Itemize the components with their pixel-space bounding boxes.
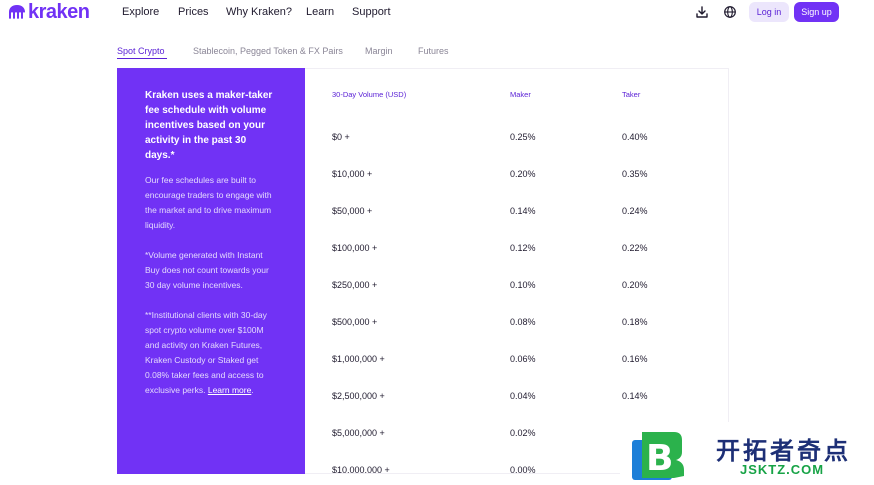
tab-futures[interactable]: Futures: [418, 46, 449, 56]
volume-cell: $1,000,000 +: [332, 354, 385, 364]
volume-cell: $0 +: [332, 132, 350, 142]
kraken-logo[interactable]: kraken: [8, 2, 90, 22]
nav-learn[interactable]: Learn: [306, 6, 334, 18]
volume-cell: $2,500,000 +: [332, 391, 385, 401]
maker-cell: 0.12%: [510, 243, 536, 253]
watermark-subtext: JSKTZ.COM: [740, 462, 825, 477]
volume-cell: $5,000,000 +: [332, 428, 385, 438]
panel-paragraph-2: *Volume generated with Instant Buy does …: [145, 250, 269, 290]
column-header-maker: Maker: [510, 90, 531, 99]
svg-text:B: B: [646, 438, 673, 479]
maker-cell: 0.00%: [510, 465, 536, 474]
taker-cell: 0.18%: [622, 317, 648, 327]
taker-cell: 0.14%: [622, 391, 648, 401]
logo-text: kraken: [28, 1, 90, 23]
kraken-logo-icon: [9, 5, 25, 19]
table-row: $1,000,000 + 0.06% 0.16%: [305, 354, 728, 374]
taker-cell: 0.22%: [622, 243, 648, 253]
maker-cell: 0.02%: [510, 428, 536, 438]
fee-table: 30-Day Volume (USD) Maker Taker $0 + 0.2…: [305, 68, 729, 474]
table-row: $50,000 + 0.14% 0.24%: [305, 206, 728, 226]
nav-explore[interactable]: Explore: [122, 6, 159, 18]
table-row: $2,500,000 + 0.04% 0.14%: [305, 391, 728, 411]
taker-cell: 0.20%: [622, 280, 648, 290]
volume-cell: $50,000 +: [332, 206, 373, 216]
volume-cell: $250,000 +: [332, 280, 378, 290]
table-row: $500,000 + 0.08% 0.18%: [305, 317, 728, 337]
learn-more-suffix: .: [251, 385, 254, 395]
watermark-text: 开拓者奇点: [716, 437, 851, 465]
top-nav-bar: kraken Explore Prices Why Kraken? Learn …: [0, 0, 874, 26]
maker-cell: 0.06%: [510, 354, 536, 364]
column-header-volume: 30-Day Volume (USD): [332, 90, 407, 99]
maker-cell: 0.10%: [510, 280, 536, 290]
signup-button[interactable]: Sign up: [794, 2, 839, 22]
maker-cell: 0.14%: [510, 206, 536, 216]
maker-cell: 0.20%: [510, 169, 536, 179]
globe-icon[interactable]: [723, 5, 737, 19]
taker-cell: 0.24%: [622, 206, 648, 216]
tab-margin[interactable]: Margin: [365, 46, 393, 56]
fee-info-panel: Kraken uses a maker-taker fee schedule w…: [117, 68, 305, 474]
table-row: $10,000 + 0.20% 0.35%: [305, 169, 728, 189]
table-row: $0 + 0.25% 0.40%: [305, 132, 728, 152]
volume-cell: $500,000 +: [332, 317, 378, 327]
taker-cell: 0.40%: [622, 132, 648, 142]
active-tab-underline: [117, 58, 167, 59]
nav-prices[interactable]: Prices: [178, 6, 209, 18]
fee-tabs: Spot Crypto Stablecoin, Pegged Token & F…: [117, 46, 717, 60]
column-header-taker: Taker: [622, 90, 641, 99]
volume-cell: $100,000 +: [332, 243, 378, 253]
tab-stablecoin[interactable]: Stablecoin, Pegged Token & FX Pairs: [193, 46, 343, 56]
watermark-logo-icon: B: [632, 432, 684, 480]
watermark: B 开拓者奇点 JSKTZ.COM: [620, 422, 874, 485]
taker-cell: 0.16%: [622, 354, 648, 364]
tab-spot-crypto[interactable]: Spot Crypto: [117, 46, 165, 56]
learn-more-link[interactable]: Learn more: [208, 385, 251, 395]
panel-paragraph-3-text: **Institutional clients with 30-day spot…: [145, 310, 267, 395]
nav-why-kraken[interactable]: Why Kraken?: [226, 6, 292, 18]
taker-cell: 0.35%: [622, 169, 648, 179]
panel-paragraph-1: Our fee schedules are built to encourage…: [145, 175, 272, 230]
panel-heading: Kraken uses a maker-taker fee schedule w…: [145, 90, 273, 161]
login-button[interactable]: Log in: [749, 2, 789, 22]
download-icon[interactable]: [695, 5, 709, 19]
table-row: $100,000 + 0.12% 0.22%: [305, 243, 728, 263]
volume-cell: $10,000,000 +: [332, 465, 390, 474]
nav-support[interactable]: Support: [352, 6, 391, 18]
table-row: $250,000 + 0.10% 0.20%: [305, 280, 728, 300]
maker-cell: 0.25%: [510, 132, 536, 142]
maker-cell: 0.04%: [510, 391, 536, 401]
volume-cell: $10,000 +: [332, 169, 373, 179]
maker-cell: 0.08%: [510, 317, 536, 327]
panel-paragraph-3: **Institutional clients with 30-day spot…: [145, 308, 277, 398]
